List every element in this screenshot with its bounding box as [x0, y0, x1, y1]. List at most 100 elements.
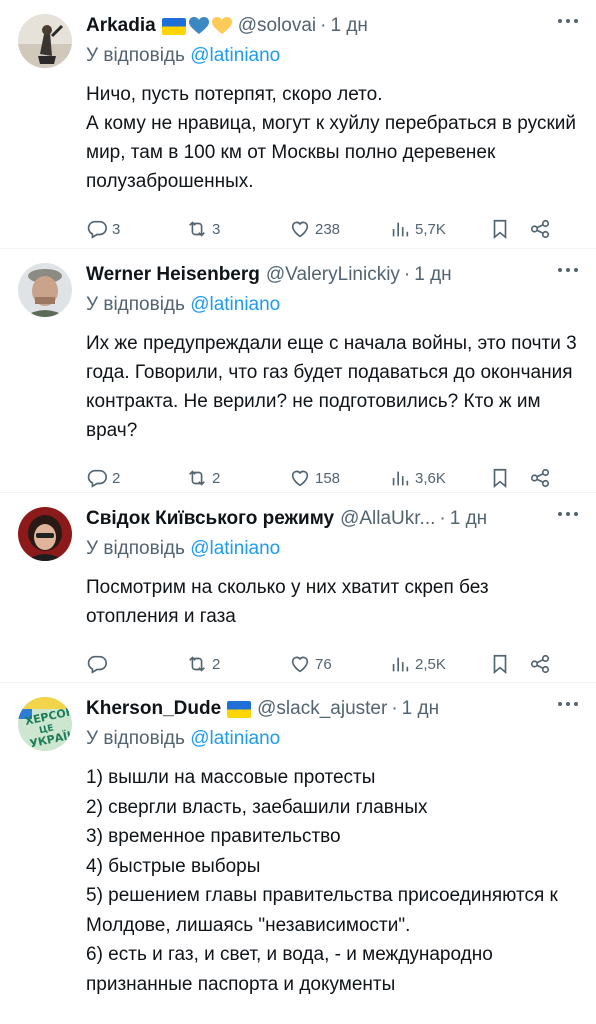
- retweet-icon: [189, 221, 205, 237]
- tweet[interactable]: Свідок Київського режиму @AllaUkr... · 1…: [0, 493, 596, 683]
- reply-count: 2: [112, 469, 121, 487]
- timestamp[interactable]: 1 дн: [330, 13, 367, 39]
- like-count: 158: [315, 469, 341, 487]
- view-count: 3,6K: [415, 469, 446, 487]
- reply-icon: [87, 469, 107, 488]
- ukraine-flag-icon: [227, 700, 252, 718]
- views-icon: [392, 471, 409, 486]
- tweet-text: Посмотрим на сколько у них хватит скреп …: [86, 577, 489, 627]
- reply-context: У відповідь @latiniano: [86, 725, 580, 753]
- display-name[interactable]: Arkadia: [86, 13, 156, 39]
- username[interactable]: @solovai: [238, 13, 316, 39]
- reply-mention-link[interactable]: @latiniano: [190, 728, 280, 749]
- view-count: 5,7K: [415, 220, 446, 238]
- username[interactable]: @slack_ajuster: [257, 696, 387, 722]
- bookmark-button[interactable]: [489, 218, 529, 240]
- display-name[interactable]: Свідок Київського режиму: [86, 506, 334, 532]
- retweet-button[interactable]: 2: [186, 467, 289, 489]
- reply-prefix: У відповідь: [86, 538, 185, 559]
- reply-icon: [87, 655, 107, 674]
- retweet-count: 2: [212, 655, 221, 673]
- like-button[interactable]: 238: [289, 218, 389, 240]
- retweet-button[interactable]: 2: [186, 653, 289, 675]
- like-count: 238: [315, 220, 341, 238]
- view-count: 2,5K: [415, 655, 446, 673]
- bookmark-icon: [493, 219, 507, 240]
- views-button[interactable]: 3,6K: [389, 467, 489, 489]
- reply-mention-link[interactable]: @latiniano: [190, 538, 280, 559]
- reply-button[interactable]: [86, 653, 186, 675]
- ukraine-flag-icon: [161, 17, 186, 35]
- name-badges: [161, 17, 232, 35]
- heart-icon: [291, 221, 309, 238]
- tweet-text: Их же предупреждали еще с начала войны, …: [86, 333, 577, 441]
- bookmark-icon: [493, 654, 507, 675]
- tweet[interactable]: Arkadia @solovai · 1 дн У відповідь @lat…: [0, 0, 596, 249]
- heart-icon: [291, 656, 309, 673]
- views-icon: [392, 657, 409, 672]
- more-options-icon[interactable]: [558, 18, 578, 24]
- tweet-text: Ничо, пусть потерпят, скоро лето. А кому…: [86, 84, 576, 192]
- share-button[interactable]: [529, 218, 559, 240]
- reply-context: У відповідь @latiniano: [86, 291, 580, 319]
- reply-button[interactable]: 2: [86, 467, 186, 489]
- heart-icon: [291, 470, 309, 487]
- views-icon: [392, 222, 409, 237]
- timestamp[interactable]: 1 дн: [402, 696, 439, 722]
- action-bar: 3 3 238 5,7K: [86, 202, 580, 256]
- separator-dot: ·: [391, 698, 398, 719]
- bookmark-button[interactable]: [489, 653, 529, 675]
- avatar[interactable]: [18, 507, 72, 561]
- avatar-image: [18, 263, 72, 317]
- avatar[interactable]: [18, 263, 72, 317]
- username[interactable]: @AllaUkr...: [340, 506, 435, 532]
- reply-mention-link[interactable]: @latiniano: [190, 45, 280, 66]
- retweet-icon: [189, 470, 205, 486]
- share-button[interactable]: [529, 653, 559, 675]
- like-button[interactable]: 158: [289, 467, 389, 489]
- blue-heart-icon: [188, 17, 209, 34]
- more-options-icon[interactable]: [558, 701, 578, 707]
- reply-context: У відповідь @latiniano: [86, 535, 580, 563]
- more-options-icon[interactable]: [558, 511, 578, 517]
- avatar[interactable]: ХЕРСОН ЦЕ УКРАЇНА: [18, 697, 72, 751]
- avatar[interactable]: [18, 14, 72, 68]
- retweet-icon: [189, 656, 205, 672]
- reply-mention-link[interactable]: @latiniano: [190, 294, 280, 315]
- reply-prefix: У відповідь: [86, 294, 185, 315]
- reply-count: 3: [112, 220, 121, 238]
- display-name[interactable]: Kherson_Dude: [86, 696, 221, 722]
- retweet-count: 3: [212, 220, 221, 238]
- display-name[interactable]: Werner Heisenberg: [86, 262, 260, 288]
- tweet[interactable]: ХЕРСОН ЦЕ УКРАЇНА Kherson_Dude @slack_aj…: [0, 683, 596, 1024]
- retweet-count: 2: [212, 469, 221, 487]
- avatar-image: [18, 507, 72, 561]
- share-icon: [530, 468, 550, 488]
- separator-dot: ·: [320, 15, 327, 36]
- timestamp[interactable]: 1 дн: [450, 506, 487, 532]
- views-button[interactable]: 5,7K: [389, 218, 489, 240]
- share-icon: [530, 654, 550, 674]
- like-button[interactable]: 76: [289, 653, 389, 675]
- avatar-image: ХЕРСОН ЦЕ УКРАЇНА: [18, 697, 72, 751]
- bookmark-icon: [493, 468, 507, 489]
- share-button[interactable]: [529, 467, 559, 489]
- reply-button[interactable]: 3: [86, 218, 186, 240]
- reply-prefix: У відповідь: [86, 45, 185, 66]
- reply-prefix: У відповідь: [86, 728, 185, 749]
- timestamp[interactable]: 1 дн: [414, 262, 451, 288]
- like-count: 76: [315, 655, 332, 673]
- more-options-icon[interactable]: [558, 267, 578, 273]
- bookmark-button[interactable]: [489, 467, 529, 489]
- reply-context: У відповідь @latiniano: [86, 42, 580, 70]
- tweet[interactable]: Werner Heisenberg @ValeryLinickiy · 1 дн…: [0, 249, 596, 493]
- name-badges: [227, 700, 252, 718]
- reply-icon: [87, 220, 107, 239]
- retweet-button[interactable]: 3: [186, 218, 289, 240]
- avatar-image: [18, 14, 72, 68]
- separator-dot: ·: [403, 264, 411, 285]
- views-button[interactable]: 2,5K: [389, 653, 489, 675]
- tweet-text: 1) вышли на массовые протесты 2) свергли…: [86, 767, 558, 995]
- username[interactable]: @ValeryLinickiy: [266, 262, 400, 288]
- share-icon: [530, 219, 550, 239]
